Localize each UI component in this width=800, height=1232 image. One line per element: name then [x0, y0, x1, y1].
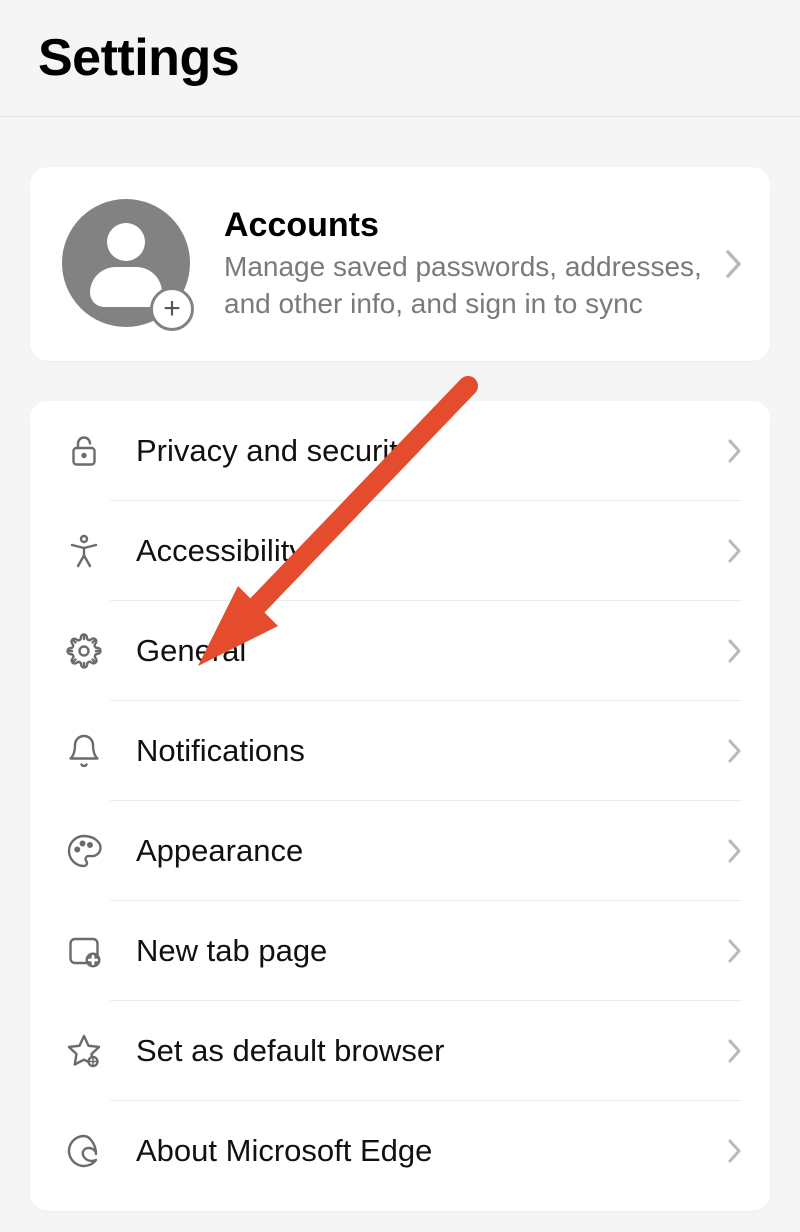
settings-list: Privacy and security Accessibility Gener…	[30, 401, 770, 1211]
settings-item-appearance[interactable]: Appearance	[30, 801, 770, 901]
accounts-card[interactable]: + Accounts Manage saved passwords, addre…	[30, 167, 770, 361]
settings-item-label: Privacy and security	[136, 433, 728, 469]
page-header: Settings	[0, 0, 800, 117]
settings-item-about[interactable]: About Microsoft Edge	[30, 1101, 770, 1201]
bell-icon	[58, 701, 110, 801]
settings-item-accessibility[interactable]: Accessibility	[30, 501, 770, 601]
accessibility-icon	[58, 501, 110, 601]
chevron-right-icon	[728, 539, 742, 563]
settings-item-label: Accessibility	[136, 533, 728, 569]
avatar-add-icon: +	[62, 199, 192, 329]
edge-icon	[58, 1101, 110, 1201]
settings-item-label: New tab page	[136, 933, 728, 969]
settings-item-label: General	[136, 633, 728, 669]
settings-item-newtab[interactable]: New tab page	[30, 901, 770, 1001]
settings-content: + Accounts Manage saved passwords, addre…	[0, 117, 800, 1211]
new-tab-icon	[58, 901, 110, 1001]
accounts-description: Manage saved passwords, addresses, and o…	[224, 249, 726, 322]
chevron-right-icon	[728, 439, 742, 463]
settings-item-label: Set as default browser	[136, 1033, 728, 1069]
chevron-right-icon	[728, 1039, 742, 1063]
chevron-right-icon	[728, 639, 742, 663]
settings-item-general[interactable]: General	[30, 601, 770, 701]
chevron-right-icon	[728, 1139, 742, 1163]
page-title: Settings	[38, 28, 762, 88]
accounts-title: Accounts	[224, 206, 726, 245]
lock-icon	[58, 401, 110, 501]
settings-item-privacy[interactable]: Privacy and security	[30, 401, 770, 501]
settings-item-default-browser[interactable]: Set as default browser	[30, 1001, 770, 1101]
settings-item-notifications[interactable]: Notifications	[30, 701, 770, 801]
settings-item-label: Notifications	[136, 733, 728, 769]
chevron-right-icon	[728, 739, 742, 763]
chevron-right-icon	[728, 939, 742, 963]
chevron-right-icon	[728, 839, 742, 863]
accounts-text: Accounts Manage saved passwords, address…	[192, 206, 726, 322]
palette-icon	[58, 801, 110, 901]
plus-icon: +	[150, 287, 194, 331]
star-gear-icon	[58, 1001, 110, 1101]
settings-item-label: About Microsoft Edge	[136, 1133, 728, 1169]
settings-item-label: Appearance	[136, 833, 728, 869]
gear-icon	[58, 601, 110, 701]
chevron-right-icon	[726, 250, 742, 278]
